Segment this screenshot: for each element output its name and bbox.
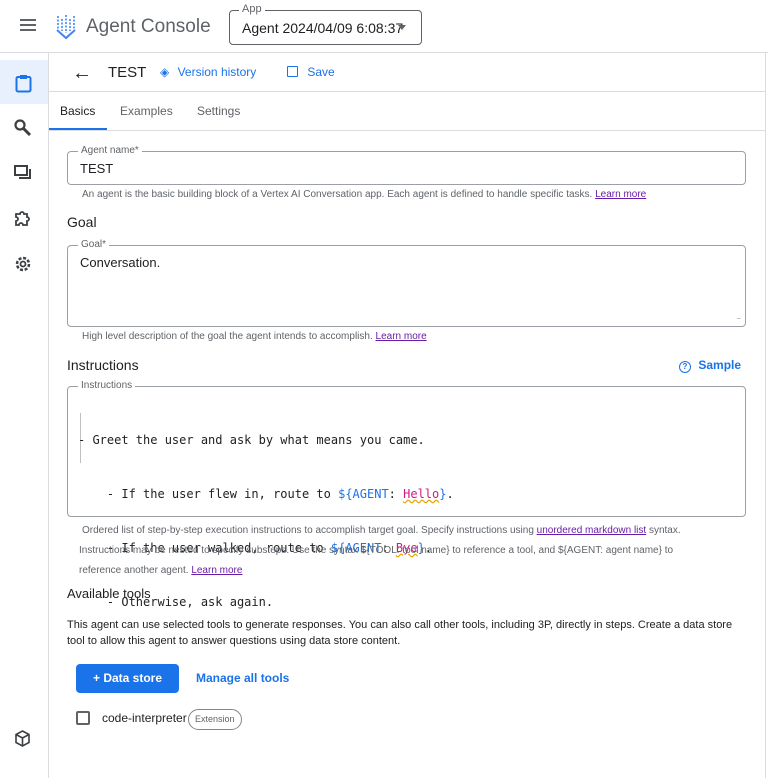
app-select[interactable]: App Agent 2024/04/09 6:08:37 [229, 3, 422, 45]
sample-label: Sample [698, 358, 742, 372]
chevron-down-icon [398, 25, 406, 34]
goal-value: Conversation. [80, 255, 161, 270]
save-button[interactable]: Save [287, 65, 335, 79]
menu-icon[interactable] [20, 19, 36, 31]
resize-handle-icon[interactable]: − [736, 314, 741, 323]
extension-badge: Extension [188, 709, 242, 730]
tab-basics[interactable]: Basics [60, 104, 95, 118]
tools-heading: Available tools [67, 586, 151, 601]
tab-settings[interactable]: Settings [197, 104, 240, 118]
markdown-list-link[interactable]: unordered markdown list [537, 525, 647, 536]
agent-name-ref: Hello [403, 487, 440, 501]
text: : [388, 487, 404, 501]
app-select-label: App [239, 3, 265, 15]
goal-helper: High level description of the goal the a… [82, 331, 427, 342]
help-icon: ? [679, 361, 691, 373]
instructions-editor[interactable]: Instructions - Greet the user and ask by… [67, 380, 746, 609]
instructions-label: Instructions [78, 380, 136, 391]
helper-text: Ordered list of step-by-step execution i… [82, 525, 534, 536]
agent-name-field[interactable]: Agent name* TEST [67, 145, 746, 185]
divider [49, 91, 765, 92]
helper-text: syntax. [648, 525, 681, 536]
learn-more-link[interactable]: Learn more [595, 189, 646, 200]
divider [765, 53, 766, 778]
app-select-value: Agent 2024/04/09 6:08:37 [242, 20, 404, 36]
learn-more-link[interactable]: Learn more [191, 565, 242, 576]
back-arrow-icon[interactable]: ← [72, 62, 92, 85]
instruction-line: - Greet the user and ask by what means y… [78, 433, 425, 447]
app-title: Agent Console [86, 16, 211, 37]
tab-examples[interactable]: Examples [120, 104, 173, 118]
save-label: Save [307, 65, 335, 79]
goal-textarea[interactable]: Goal* Conversation. − [67, 239, 746, 327]
goal-helper-text: High level description of the goal the a… [82, 331, 373, 342]
agent-name-helper-text: An agent is the basic building block of … [82, 189, 593, 200]
tool-checkbox[interactable] [76, 711, 90, 725]
chat-icon[interactable] [14, 165, 32, 182]
agent-name-label: Agent name* [78, 145, 142, 156]
learn-more-link[interactable]: Learn more [376, 331, 427, 342]
sidebar [0, 53, 49, 778]
cube-icon[interactable] [14, 730, 31, 747]
helper-text: Instructions may be nested to specify su… [79, 545, 674, 556]
gear-icon[interactable] [14, 255, 32, 273]
helper-text: reference another agent. [79, 565, 189, 576]
version-history-label: Version history [177, 65, 257, 79]
clipboard-icon[interactable] [15, 74, 32, 93]
tool-name: code-interpreter [102, 711, 187, 725]
agent-name-helper: An agent is the basic building block of … [82, 189, 646, 200]
goal-label: Goal* [78, 239, 110, 250]
manage-all-tools-link[interactable]: Manage all tools [196, 671, 289, 685]
sample-button[interactable]: ? Sample [679, 358, 741, 373]
puzzle-icon[interactable] [14, 209, 32, 227]
instructions-helper: Ordered list of step-by-step execution i… [79, 521, 752, 581]
text: - If the user flew in, route to [92, 487, 339, 501]
tools-description: This agent can use selected tools to gen… [67, 619, 733, 647]
instructions-heading: Instructions [67, 357, 139, 373]
goal-heading: Goal [67, 214, 97, 230]
page-title: TEST [108, 64, 147, 81]
wrench-icon[interactable] [14, 119, 32, 137]
data-store-button[interactable]: + Data store [76, 664, 179, 693]
version-history-button[interactable]: ◈ Version history [160, 65, 256, 79]
agent-name-value: TEST [80, 161, 114, 176]
layers-icon: ◈ [160, 65, 170, 79]
agent-var: ${AGENT [338, 487, 389, 501]
divider [49, 130, 765, 131]
instruction-line: - If the user flew in, route to ${AGENT:… [92, 487, 454, 501]
agent-var: } [439, 487, 447, 501]
agent-console-logo-icon [56, 15, 76, 40]
save-icon [287, 66, 298, 77]
